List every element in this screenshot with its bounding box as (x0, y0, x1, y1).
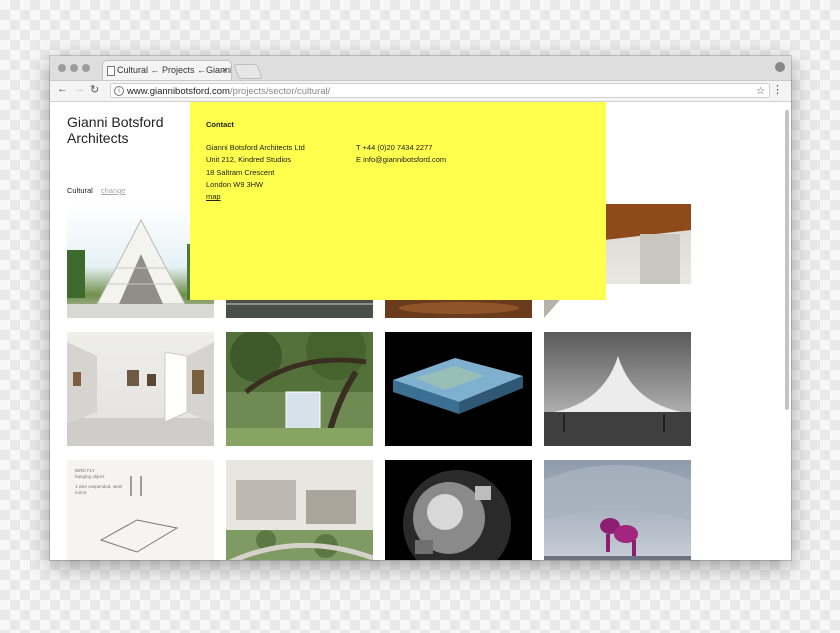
info-icon[interactable]: i (114, 86, 124, 96)
thumbnail-note: BIRD FLY hanging object 1 wire suspended… (75, 468, 122, 496)
profile-icon[interactable] (775, 62, 785, 72)
page-icon (107, 66, 115, 76)
page-viewport: Gianni Botsford Architects Cultural chang… (50, 102, 791, 560)
menu-icon[interactable]: ⋮ (772, 83, 783, 96)
brand-line-1: Gianni Botsford (67, 114, 164, 130)
scrollbar[interactable] (785, 110, 789, 410)
phone-number[interactable]: T +44 (0)20 7434 2277 (356, 142, 446, 154)
company-name: Gianni Botsford Architects Ltd (206, 143, 305, 152)
filter-current: Cultural (67, 186, 93, 195)
contact-heading: Contact (206, 120, 234, 129)
browser-toolbar: ← → ↻ i www.giannibotsford.com/projects/… (50, 81, 791, 102)
contact-panel: Contact Gianni Botsford Architects Ltd U… (190, 102, 606, 300)
project-image (226, 332, 373, 446)
reload-icon[interactable]: ↻ (90, 83, 99, 96)
note-line: hanging object (75, 474, 105, 479)
new-tab-button[interactable] (233, 64, 263, 79)
project-image (403, 470, 511, 560)
close-icon[interactable]: × (222, 61, 227, 80)
address-line: London W9 3HW (206, 179, 264, 189)
note-line: mirror (75, 490, 87, 495)
project-thumbnail[interactable] (385, 460, 532, 560)
brand-line-2: Architects (67, 130, 129, 146)
title-bar: Cultural ← Projects ←Gianni B × (50, 56, 791, 81)
project-image (544, 465, 691, 560)
project-thumbnail[interactable] (226, 332, 373, 446)
browser-tab[interactable]: Cultural ← Projects ←Gianni B × (102, 60, 232, 80)
browser-window: Cultural ← Projects ←Gianni B × ← → ↻ i … (50, 56, 791, 560)
project-image (67, 342, 214, 446)
back-arrow-icon[interactable]: ← (57, 83, 68, 95)
contact-details: T +44 (0)20 7434 2277 E info@giannibotsf… (356, 142, 446, 167)
zoom-window-dot[interactable] (82, 64, 90, 72)
email-address[interactable]: E info@giannibotsford.com (356, 154, 446, 166)
address-line: Unit 212, Kindred Studios (206, 155, 292, 165)
url-path: /projects/sector/cultural/ (229, 86, 331, 97)
tab-title: Cultural ← Projects ←Gianni B (117, 65, 232, 75)
project-thumbnail[interactable] (544, 332, 691, 446)
project-thumbnail[interactable] (385, 332, 532, 446)
project-thumbnail[interactable] (226, 460, 373, 560)
map-link[interactable]: map (206, 191, 305, 203)
minimize-window-dot[interactable] (70, 64, 78, 72)
project-thumbnail[interactable] (544, 460, 691, 560)
url-domain: www.giannibotsford.com (127, 86, 230, 97)
address-line: 18 Saltram Crescent (206, 167, 275, 177)
site-logo[interactable]: Gianni Botsford Architects (67, 114, 164, 146)
contact-address: Gianni Botsford Architects Ltd Unit 212,… (206, 142, 305, 203)
star-icon[interactable]: ☆ (756, 84, 765, 99)
project-image (393, 358, 523, 414)
project-thumbnail[interactable] (67, 332, 214, 446)
sector-filter: Cultural change (67, 186, 125, 195)
forward-arrow-icon[interactable]: → (74, 83, 85, 95)
project-image (226, 480, 373, 560)
close-window-dot[interactable] (58, 64, 66, 72)
project-image (544, 356, 691, 446)
address-bar[interactable]: i www.giannibotsford.com/projects/sector… (110, 83, 770, 98)
project-thumbnail[interactable]: BIRD FLY hanging object 1 wire suspended… (67, 460, 214, 560)
filter-change-link[interactable]: change (101, 186, 126, 195)
